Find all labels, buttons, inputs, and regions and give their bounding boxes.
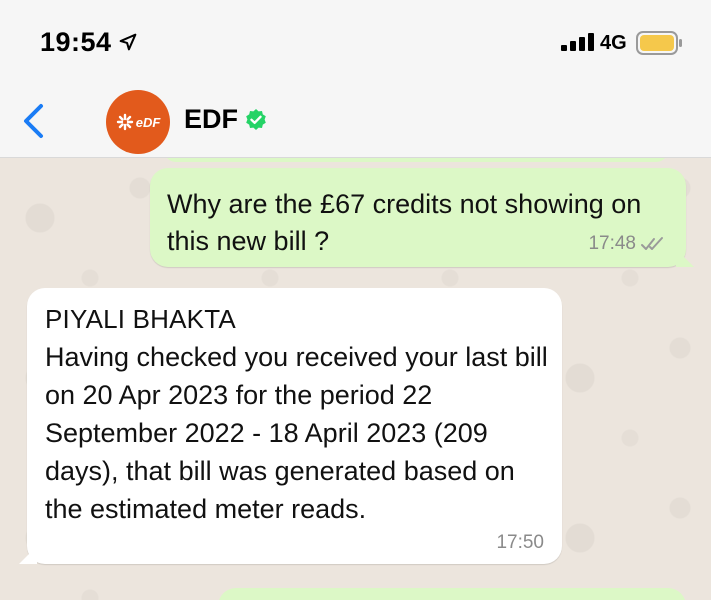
outgoing-message[interactable]: Why are the £67 credits not showing on t… bbox=[150, 168, 686, 267]
battery-icon bbox=[636, 31, 682, 55]
contact-avatar[interactable]: eDF bbox=[106, 90, 170, 154]
contact-name[interactable]: EDF bbox=[184, 104, 238, 135]
status-time: 19:54 bbox=[40, 27, 112, 57]
message-time: 17:50 bbox=[496, 532, 544, 553]
message-sender: PIYALI BHAKTA bbox=[45, 304, 236, 334]
message-meta: 17:50 bbox=[496, 532, 544, 554]
incoming-message[interactable]: PIYALI BHAKTA Having checked you receive… bbox=[27, 288, 562, 564]
location-arrow-icon bbox=[119, 33, 137, 51]
message-meta: 17:48 bbox=[588, 233, 670, 255]
next-message-fragment bbox=[218, 588, 686, 600]
back-button[interactable] bbox=[16, 100, 50, 142]
chat-header: eDF EDF bbox=[0, 86, 711, 158]
chat-thread[interactable]: Why are the £67 credits not showing on t… bbox=[0, 158, 711, 600]
edf-flower-icon bbox=[116, 113, 133, 131]
status-bar: 19:54 4G bbox=[0, 0, 711, 86]
network-type: 4G bbox=[600, 32, 627, 54]
verified-badge-icon bbox=[246, 109, 266, 130]
delivered-ticks-icon bbox=[641, 237, 663, 250]
avatar-label: eDF bbox=[135, 114, 161, 130]
message-time: 17:48 bbox=[588, 233, 636, 254]
back-chevron-icon bbox=[24, 104, 43, 138]
signal-bars-icon bbox=[561, 33, 594, 51]
previous-message-fragment bbox=[164, 158, 668, 162]
message-text: Having checked you received your last bi… bbox=[45, 342, 548, 524]
